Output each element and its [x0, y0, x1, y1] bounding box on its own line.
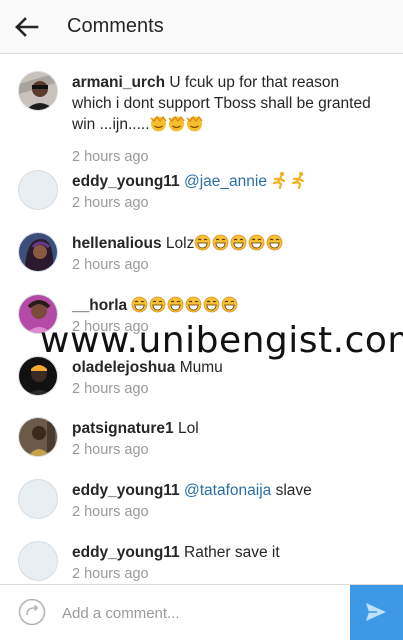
username[interactable]: eddy_young11 — [72, 482, 180, 499]
comment-text: patsignature1 Lol — [72, 418, 372, 439]
refresh-icon[interactable] — [18, 598, 46, 626]
comment-input[interactable] — [60, 599, 344, 627]
arrow-left-icon — [15, 17, 39, 37]
grin-emoji-icon — [149, 296, 166, 319]
grin-emoji-icon — [212, 234, 229, 257]
avatar[interactable] — [18, 356, 58, 396]
comment-message: Lol — [177, 420, 199, 437]
grin-emoji-icon — [266, 234, 283, 257]
watermark-text: www.unibengist.com — [40, 320, 403, 361]
username[interactable]: armani_urch — [72, 74, 165, 91]
avatar-placeholder[interactable] — [18, 541, 58, 581]
money-face-emoji-icon — [150, 115, 167, 138]
comment-composer — [0, 584, 403, 640]
timestamp: 2 hours ago — [72, 257, 149, 273]
running-man-emoji-icon — [290, 171, 308, 195]
comment-text: eddy_young11 @jae_annie — [72, 171, 372, 195]
comment-text: eddy_young11 Rather save it — [72, 542, 372, 563]
comment-message: Rather save it — [184, 544, 280, 561]
running-man-emoji-icon — [271, 171, 289, 195]
grin-emoji-icon — [167, 296, 184, 319]
timestamp: 2 hours ago — [72, 504, 149, 520]
username[interactable]: hellenalious — [72, 235, 162, 252]
comment-message: slave — [275, 482, 312, 499]
timestamp: 2 hours ago — [72, 381, 149, 397]
timestamp: 2 hours ago — [72, 566, 149, 582]
avatar[interactable] — [18, 232, 58, 272]
comment-text: armani_urch U fcuk up for that reason wh… — [72, 72, 372, 138]
username[interactable]: oladelejoshua — [72, 359, 175, 376]
grin-emoji-icon — [203, 296, 220, 319]
grin-emoji-icon — [194, 234, 211, 257]
avatar-placeholder[interactable] — [18, 479, 58, 519]
mention-link[interactable]: @jae_annie — [184, 173, 267, 190]
back-button[interactable] — [14, 15, 40, 39]
username[interactable]: eddy_young11 — [72, 173, 180, 190]
grin-emoji-icon — [185, 296, 202, 319]
timestamp: 2 hours ago — [72, 442, 149, 458]
send-icon — [366, 603, 386, 621]
timestamp: 2 hours ago — [72, 195, 149, 211]
avatar-placeholder[interactable] — [18, 170, 58, 210]
comment-list[interactable]: armani_urch U fcuk up for that reason wh… — [0, 54, 403, 584]
comment-text: eddy_young11 @tatafonaija slave — [72, 480, 372, 501]
mention-link[interactable]: @tatafonaija — [184, 482, 271, 499]
timestamp: 2 hours ago — [72, 149, 149, 165]
avatar[interactable] — [18, 71, 58, 111]
username[interactable]: patsignature1 — [72, 420, 174, 437]
top-bar: Comments — [0, 0, 403, 54]
send-button[interactable] — [350, 585, 403, 640]
money-face-emoji-icon — [186, 115, 203, 138]
comment-message: Mumu — [179, 359, 223, 376]
username[interactable]: __horla — [72, 297, 127, 314]
grin-emoji-icon — [221, 296, 238, 319]
comment-text: hellenalious Lolz — [72, 233, 372, 257]
comment-text: __horla — [72, 295, 372, 319]
grin-emoji-icon — [131, 296, 148, 319]
page-title: Comments — [67, 15, 164, 37]
grin-emoji-icon — [230, 234, 247, 257]
username[interactable]: eddy_young11 — [72, 544, 180, 561]
grin-emoji-icon — [248, 234, 265, 257]
avatar[interactable] — [18, 417, 58, 457]
money-face-emoji-icon — [168, 115, 185, 138]
comment-message: Lolz — [165, 235, 195, 252]
